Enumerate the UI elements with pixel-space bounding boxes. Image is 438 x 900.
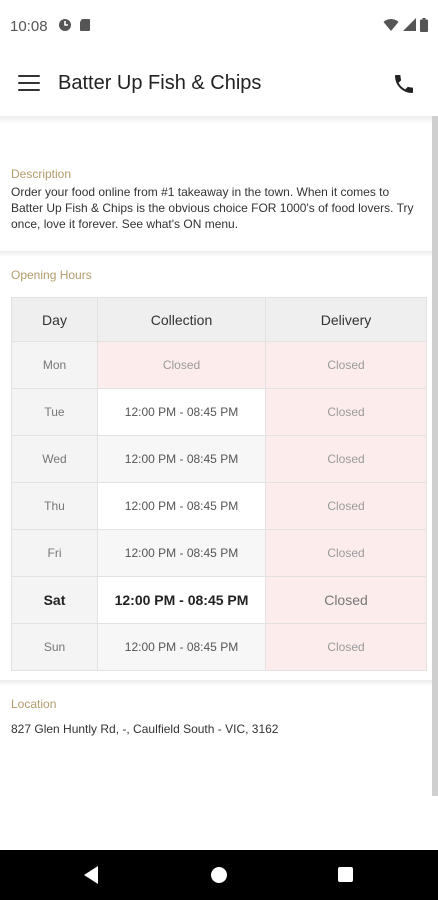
wifi-icon — [383, 19, 399, 31]
day-cell: Wed — [11, 435, 98, 483]
collection-cell: 12:00 PM - 08:45 PM — [97, 529, 266, 577]
phone-icon[interactable] — [392, 72, 416, 96]
menu-icon[interactable] — [18, 75, 40, 93]
page-title: Batter Up Fish & Chips — [58, 72, 262, 94]
battery-icon — [420, 18, 428, 32]
delivery-cell: Closed — [265, 623, 427, 671]
section-divider — [0, 680, 432, 686]
delivery-cell: Closed — [265, 341, 427, 389]
delivery-cell: Closed — [265, 529, 427, 577]
home-icon[interactable] — [211, 867, 227, 883]
notification-app-icon — [59, 19, 71, 31]
recent-apps-icon[interactable] — [338, 867, 353, 882]
description-label: Description — [11, 167, 72, 181]
opening-hours-table: Day Collection Delivery Mon Closed Close… — [11, 297, 427, 671]
day-cell: Thu — [11, 482, 98, 530]
back-icon[interactable] — [84, 866, 98, 884]
table-row-today: Sat 12:00 PM - 08:45 PM Closed — [11, 576, 427, 624]
table-row: Mon Closed Closed — [11, 341, 427, 389]
status-time: 10:08 — [10, 18, 48, 35]
table-row: Wed 12:00 PM - 08:45 PM Closed — [11, 435, 427, 483]
scrollbar[interactable] — [432, 116, 438, 796]
day-cell: Fri — [11, 529, 98, 577]
day-cell: Tue — [11, 388, 98, 436]
header-delivery: Delivery — [265, 297, 427, 342]
delivery-cell: Closed — [265, 435, 427, 483]
signal-icon — [403, 18, 416, 31]
header-collection: Collection — [97, 297, 266, 342]
table-row: Thu 12:00 PM - 08:45 PM Closed — [11, 482, 427, 530]
section-divider — [0, 251, 432, 257]
app-bar-shadow — [0, 116, 432, 124]
table-header-row: Day Collection Delivery — [11, 297, 427, 342]
collection-cell: 12:00 PM - 08:45 PM — [97, 623, 266, 671]
location-address: 827 Glen Huntly Rd, -, Caulfield South -… — [11, 722, 279, 736]
location-label: Location — [11, 697, 57, 711]
collection-cell: 12:00 PM - 08:45 PM — [97, 576, 266, 624]
status-bar: 10:08 — [0, 0, 438, 54]
collection-cell: 12:00 PM - 08:45 PM — [97, 482, 266, 530]
delivery-cell: Closed — [265, 576, 427, 624]
table-row: Sun 12:00 PM - 08:45 PM Closed — [11, 623, 427, 671]
sd-card-icon — [80, 19, 90, 31]
table-row: Tue 12:00 PM - 08:45 PM Closed — [11, 388, 427, 436]
header-day: Day — [11, 297, 98, 342]
navigation-bar — [0, 850, 438, 900]
collection-cell: 12:00 PM - 08:45 PM — [97, 388, 266, 436]
opening-hours-label: Opening Hours — [11, 268, 92, 282]
delivery-cell: Closed — [265, 482, 427, 530]
app-bar: Batter Up Fish & Chips — [0, 54, 438, 116]
delivery-cell: Closed — [265, 388, 427, 436]
description-text: Order your food online from #1 takeaway … — [11, 185, 414, 231]
day-cell: Sat — [11, 576, 98, 624]
table-row: Fri 12:00 PM - 08:45 PM Closed — [11, 529, 427, 577]
day-cell: Mon — [11, 341, 98, 389]
notification-icons — [58, 18, 92, 32]
collection-cell: 12:00 PM - 08:45 PM — [97, 435, 266, 483]
system-icons — [383, 18, 428, 32]
collection-cell: Closed — [97, 341, 266, 389]
day-cell: Sun — [11, 623, 98, 671]
